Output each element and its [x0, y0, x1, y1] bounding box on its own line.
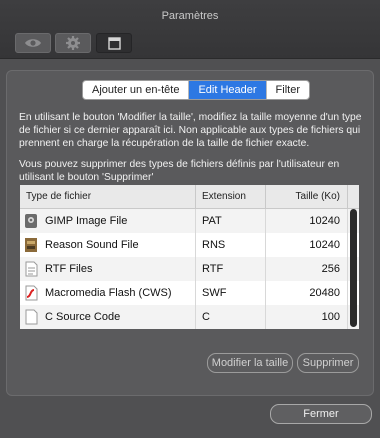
delete-hint-text: Vous pouvez supprimer des types de fichi…	[19, 159, 340, 183]
file-extension: C	[196, 305, 266, 329]
table-row[interactable]: Reason Sound File RNS 10240	[20, 233, 359, 257]
table-row[interactable]: GIMP Image File PAT 10240	[20, 209, 359, 233]
gimp-file-icon	[25, 214, 37, 228]
file-size: 100	[266, 305, 348, 329]
file-extension: RTF	[196, 257, 266, 281]
close-button[interactable]: Fermer	[270, 404, 372, 424]
tab-edit-header[interactable]: Edit Header	[189, 81, 267, 99]
file-size: 10240	[266, 209, 348, 233]
table-row[interactable]: C Source Code C 100	[20, 305, 359, 329]
file-size: 10240	[266, 233, 348, 257]
gear-icon	[66, 36, 80, 50]
file-extension: SWF	[196, 281, 266, 305]
table-header: Type de fichier Extension Taille (Ko)	[20, 185, 359, 209]
c-source-file-icon	[25, 309, 38, 325]
preferences-window: Paramètres Ajouter un en-tête Edit Heade…	[0, 0, 380, 438]
file-type-name: Reason Sound File	[45, 239, 139, 251]
file-extension: RNS	[196, 233, 266, 257]
window-icon	[107, 36, 121, 50]
scrollbar-thumb[interactable]	[350, 209, 357, 327]
toolbar-eye-button[interactable]	[15, 33, 51, 53]
file-type-name: GIMP Image File	[45, 215, 128, 227]
column-header-size[interactable]: Taille (Ko)	[266, 185, 348, 208]
rtf-file-icon	[25, 261, 38, 277]
toolbar-window-button[interactable]	[96, 33, 132, 53]
file-size: 256	[266, 257, 348, 281]
tab-add-header[interactable]: Ajouter un en-tête	[83, 81, 190, 99]
window-title: Paramètres	[161, 10, 219, 22]
flash-file-icon	[25, 285, 38, 301]
column-header-extension[interactable]: Extension	[196, 185, 266, 208]
column-header-type[interactable]: Type de fichier	[20, 185, 196, 208]
description-text: En utilisant le bouton 'Modifier la tail…	[19, 112, 362, 149]
eye-icon	[25, 39, 41, 47]
file-size: 20480	[266, 281, 348, 305]
file-extension: PAT	[196, 209, 266, 233]
toolbar-gear-button[interactable]	[55, 33, 91, 53]
tab-segmented-control: Ajouter un en-tête Edit Header Filter	[82, 80, 310, 100]
file-types-table[interactable]: Type de fichier Extension Taille (Ko) GI…	[20, 185, 359, 329]
file-type-name: C Source Code	[45, 311, 121, 323]
titlebar: Paramètres	[0, 0, 380, 59]
table-row[interactable]: Macromedia Flash (CWS) SWF 20480	[20, 281, 359, 305]
table-row[interactable]: RTF Files RTF 256	[20, 257, 359, 281]
table-scrollbar[interactable]	[350, 209, 357, 327]
file-type-name: RTF Files	[45, 263, 93, 275]
delete-button[interactable]: Supprimer	[297, 353, 359, 373]
tab-filter[interactable]: Filter	[267, 81, 309, 99]
modify-size-button[interactable]: Modifier la taille	[207, 353, 293, 373]
file-type-name: Macromedia Flash (CWS)	[45, 287, 172, 299]
reason-file-icon	[25, 238, 37, 252]
